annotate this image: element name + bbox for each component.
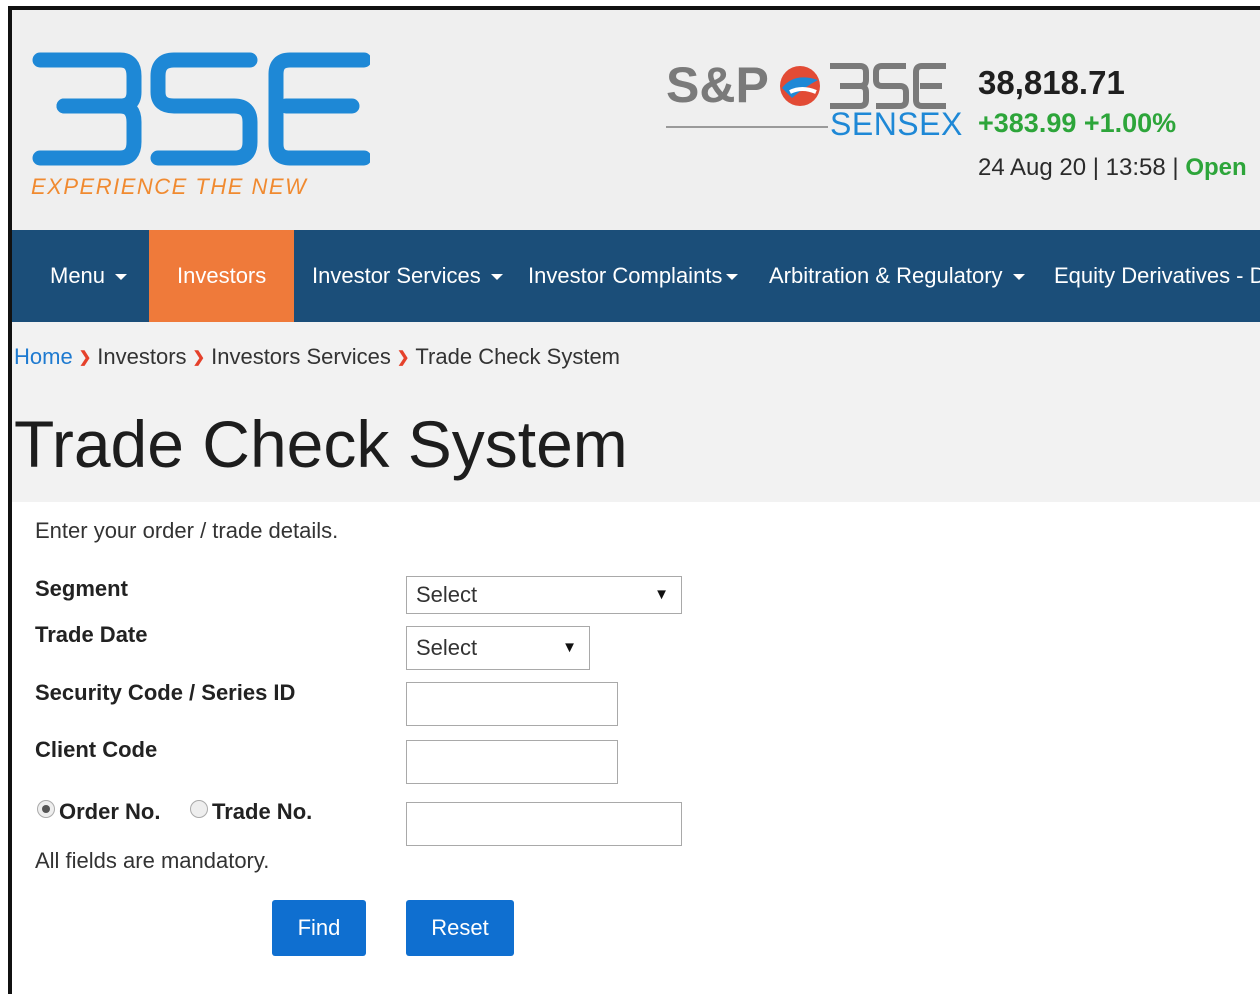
main-nav: Menu Investors Investor Services Investo… xyxy=(12,230,1260,322)
breadcrumb-current: Trade Check System xyxy=(415,344,621,369)
breadcrumb-investors[interactable]: Investors xyxy=(97,344,186,369)
segment-select-value: Select xyxy=(416,582,478,607)
order-no-radio[interactable] xyxy=(37,800,55,818)
nav-menu-label: Menu xyxy=(50,263,106,288)
trade-no-label[interactable]: Trade No. xyxy=(212,799,312,825)
form-intro: Enter your order / trade details. xyxy=(35,518,339,543)
order-no-label[interactable]: Order No. xyxy=(59,799,160,825)
bse-logo[interactable] xyxy=(30,46,372,177)
mandatory-note: All fields are mandatory. xyxy=(35,848,270,873)
order-trade-number-input[interactable] xyxy=(406,802,682,846)
sp-bse-logo-mark: S&P xyxy=(666,57,946,113)
sp-logo-divider xyxy=(666,126,828,128)
nav-investor-services[interactable]: Investor Services xyxy=(312,230,503,322)
page-frame: EXPERIENCE THE NEW S&P SENSEX 38,818.71 … xyxy=(8,6,1260,994)
nav-equity-derivatives[interactable]: Equity Derivatives - D xyxy=(1054,230,1260,322)
nav-menu[interactable]: Menu xyxy=(50,230,128,322)
svg-text:S&P: S&P xyxy=(666,58,769,110)
find-button[interactable]: Find xyxy=(272,900,366,956)
breadcrumb-separator-icon: ❯ xyxy=(192,349,206,366)
trade-date-select[interactable]: Select ▼ xyxy=(406,626,590,670)
security-code-input[interactable] xyxy=(406,682,618,726)
nav-investor-complaints-label: Investor Complaints xyxy=(528,263,723,288)
bse-logo-mark xyxy=(32,52,372,166)
site-header: EXPERIENCE THE NEW S&P SENSEX 38,818.71 … xyxy=(12,10,1260,230)
nav-equity-derivatives-label: Equity Derivatives - D xyxy=(1054,263,1260,288)
trade-date-label: Trade Date xyxy=(35,622,148,647)
chevron-down-icon xyxy=(490,274,503,281)
client-code-input[interactable] xyxy=(406,740,618,784)
sensex-label: SENSEX xyxy=(830,106,963,142)
index-change: +383.99 +1.00% xyxy=(978,108,1177,138)
page-title: Trade Check System xyxy=(14,407,628,481)
breadcrumb-separator-icon: ❯ xyxy=(78,349,92,366)
breadcrumb: Home ❯ Investors ❯ Investors Services ❯ Trade … xyxy=(14,344,620,370)
trade-date-select-value: Select xyxy=(416,635,478,660)
security-code-label: Security Code / Series ID xyxy=(35,680,296,705)
chevron-down-icon xyxy=(1012,274,1025,281)
segment-label: Segment xyxy=(35,576,128,601)
chevron-down-icon xyxy=(726,274,739,281)
logo-tagline: EXPERIENCE THE NEW xyxy=(31,174,308,199)
nav-investor-services-label: Investor Services xyxy=(312,263,481,288)
nav-arbitration-label: Arbitration & Regulatory xyxy=(769,263,1003,288)
dropdown-arrow-icon: ▼ xyxy=(654,586,669,603)
breadcrumb-home[interactable]: Home xyxy=(14,344,73,369)
index-datetime: 24 Aug 20 | 13:58 | xyxy=(978,154,1179,181)
chevron-down-icon xyxy=(115,274,128,281)
nav-investors-label: Investors xyxy=(177,263,267,288)
client-code-label: Client Code xyxy=(35,737,158,762)
breadcrumb-separator-icon: ❯ xyxy=(396,349,410,366)
market-status: Open xyxy=(1185,154,1247,181)
nav-investors[interactable]: Investors xyxy=(149,230,295,322)
index-value: 38,818.71 xyxy=(978,64,1125,101)
nav-arbitration[interactable]: Arbitration & Regulatory xyxy=(769,230,1025,322)
segment-select[interactable]: Select ▼ xyxy=(406,576,682,614)
dropdown-arrow-icon: ▼ xyxy=(562,639,577,656)
trade-no-radio[interactable] xyxy=(190,800,208,818)
reset-button[interactable]: Reset xyxy=(406,900,514,956)
index-timestamp: 24 Aug 20 | 13:58 | Open xyxy=(978,154,1247,182)
breadcrumb-investors-services[interactable]: Investors Services xyxy=(211,344,391,369)
nav-investor-complaints[interactable]: Investor Complaints xyxy=(528,230,739,322)
trade-check-form: Enter your order / trade details. Segmen… xyxy=(12,502,1260,994)
